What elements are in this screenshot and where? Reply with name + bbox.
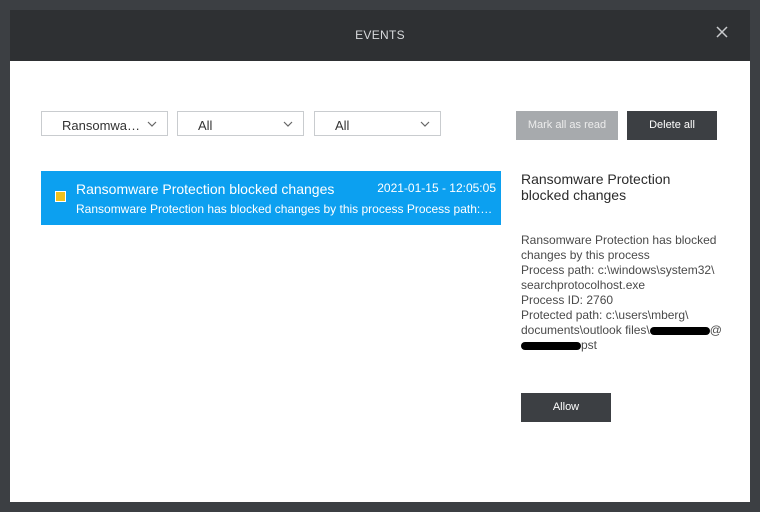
chevron-down-icon — [420, 121, 430, 127]
detail-body: Ransomware Protection has blocked change… — [521, 233, 736, 353]
severity-indicator — [55, 191, 66, 202]
detail-line: Ransomware Protection has blocked — [521, 233, 717, 247]
period-filter-dropdown[interactable]: All — [314, 111, 441, 136]
delete-all-button[interactable]: Delete all — [627, 111, 717, 140]
event-summary: Ransomware Protection has blocked change… — [76, 202, 494, 216]
redaction-mark — [649, 326, 710, 335]
allow-button[interactable]: Allow — [521, 393, 611, 422]
detail-title: Ransomware Protection blocked changes — [521, 171, 671, 203]
chevron-down-icon — [283, 121, 293, 127]
detail-line: Process path: c:\windows\system32\ — [521, 263, 715, 277]
title-bar: EVENTS — [10, 10, 750, 61]
event-title: Ransomware Protection blocked changes — [76, 181, 335, 197]
events-dialog: EVENTS Ransomwa… All All Mark all as rea… — [10, 10, 750, 502]
status-filter-value: All — [198, 118, 213, 133]
close-icon[interactable] — [714, 24, 730, 40]
type-filter-value: Ransomwa… — [62, 118, 141, 133]
detail-line: pst — [581, 338, 598, 352]
type-filter-dropdown[interactable]: Ransomwa… — [41, 111, 168, 136]
detail-line: documents\outlook files\ — [521, 323, 650, 337]
detail-line: changes by this process — [521, 248, 650, 262]
detail-line-with-redaction: documents\outlook files\ @ — [521, 323, 736, 338]
mark-all-read-button[interactable]: Mark all as read — [516, 111, 618, 140]
detail-line: @ — [709, 323, 722, 337]
chevron-down-icon — [147, 121, 157, 127]
detail-line: Protected path: c:\users\mberg\ — [521, 308, 689, 322]
status-filter-dropdown[interactable]: All — [177, 111, 304, 136]
event-timestamp: 2021-01-15 - 12:05:05 — [377, 181, 496, 195]
detail-line: searchprotocolhost.exe — [521, 278, 646, 292]
event-list-item[interactable]: Ransomware Protection blocked changes 20… — [41, 171, 501, 225]
period-filter-value: All — [335, 118, 350, 133]
redaction-mark — [521, 341, 581, 350]
detail-line-with-redaction: pst — [521, 338, 736, 353]
window-title: EVENTS — [355, 28, 405, 42]
detail-line: Process ID: 2760 — [521, 293, 614, 307]
